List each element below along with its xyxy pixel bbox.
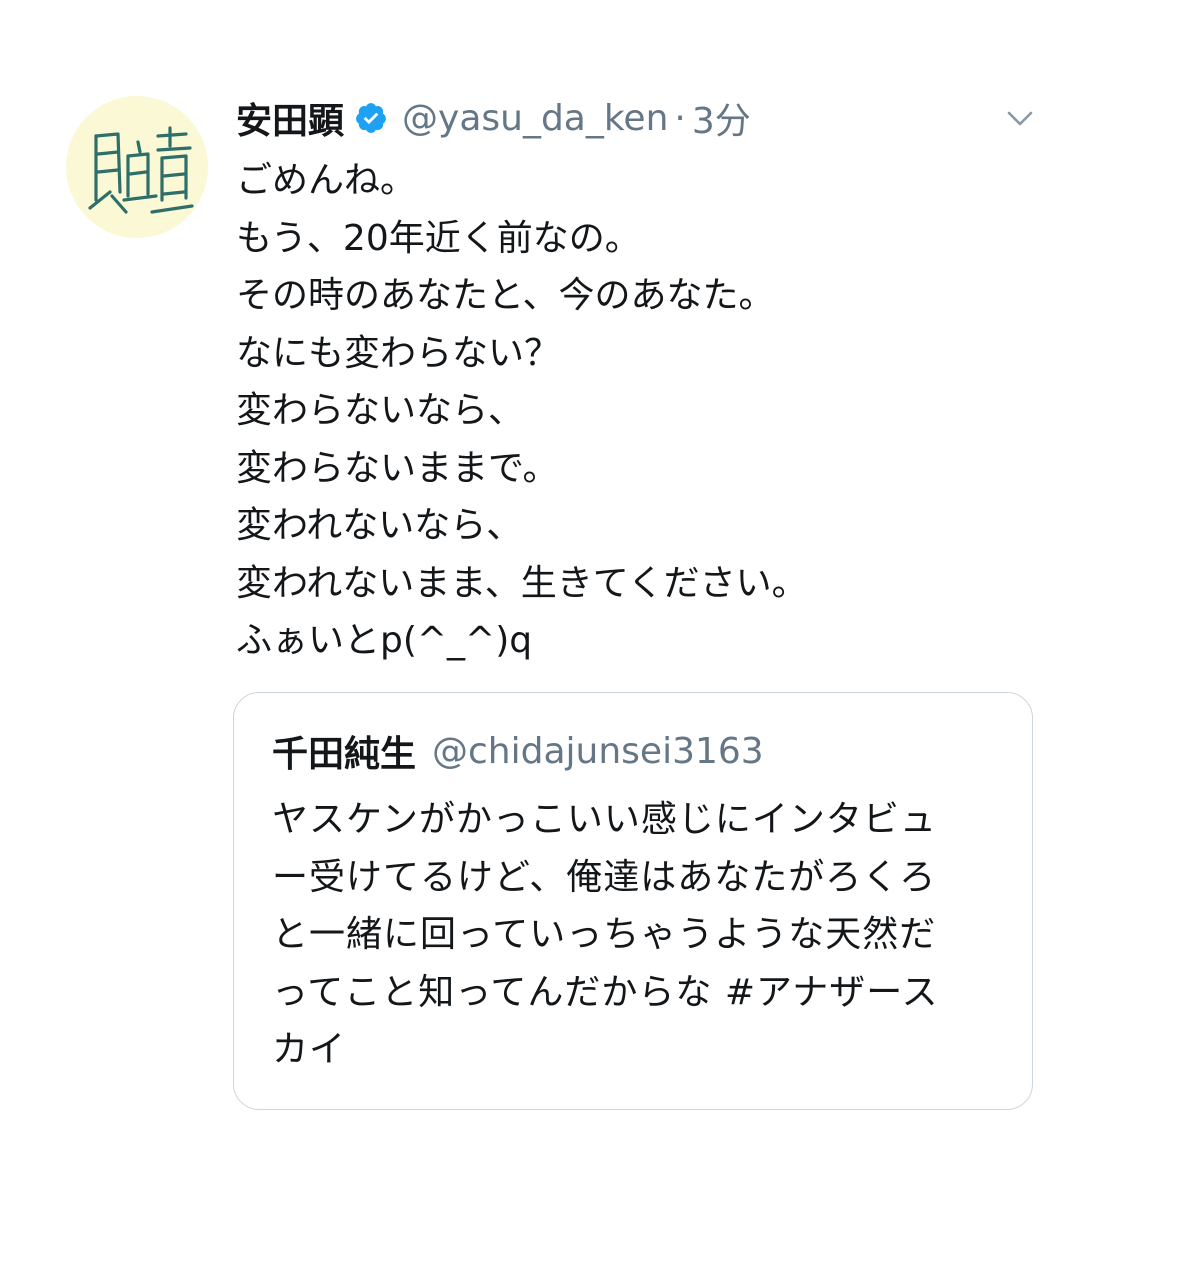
tweet-text-line: その時のあなたと、今のあなた。 xyxy=(236,275,775,316)
avatar[interactable] xyxy=(66,96,208,238)
verified-badge-icon xyxy=(354,101,388,135)
tweet-text-line: 変わらないままで。 xyxy=(236,447,559,489)
chevron-down-icon[interactable] xyxy=(1002,100,1038,136)
tweet-text-line: なにも変わらない？ xyxy=(236,332,561,374)
author-handle[interactable]: @yasu_da_ken xyxy=(402,98,668,139)
quoted-text-line: と一緒に回っていっちゃうような天然だ xyxy=(272,914,937,955)
quoted-text-line: カイ xyxy=(272,1029,347,1070)
tweet-text-line: もう、20年近く前なの。 xyxy=(236,217,641,259)
calligraphy-avatar-icon xyxy=(88,126,194,214)
quoted-tweet-header: 千田純生 @chidajunsei3163 xyxy=(272,725,764,777)
tweet-text-line: 変われないまま、生きてください。 xyxy=(236,562,808,604)
author-display-name[interactable]: 安田顕 xyxy=(236,92,344,144)
tweet-text-line: ふぁいとp(^_^)q xyxy=(236,620,533,661)
tweet-text: ごめんね。 もう、20年近く前なの。 その時のあなたと、今のあなた。 なにも変わ… xyxy=(236,152,808,670)
quoted-tweet-card[interactable]: 千田純生 @chidajunsei3163 ヤスケンがかっこいい感じにインタビュ… xyxy=(233,692,1033,1110)
tweet-text-line: 変わらないなら、 xyxy=(236,390,525,431)
tweet-timestamp[interactable]: 3分 xyxy=(692,92,751,144)
quoted-author-display-name: 千田純生 xyxy=(272,734,417,775)
quoted-text-line: ー受けてるけど、俺達はあなたがろくろ xyxy=(272,856,937,898)
tweet-text-line: 変われないなら、 xyxy=(236,505,523,546)
quoted-text-line: ヤスケンがかっこいい感じにインタビュ xyxy=(272,799,937,840)
quoted-tweet-text: ヤスケンがかっこいい感じにインタビュ ー受けてるけど、俺達はあなたがろくろ と一… xyxy=(272,791,939,1079)
header-separator: · xyxy=(674,97,686,139)
tweet-header: 安田顕 @yasu_da_ken · 3分 xyxy=(236,92,751,144)
quoted-author-handle: @chidajunsei3163 xyxy=(432,730,764,772)
tweet[interactable]: 安田顕 @yasu_da_ken · 3分 ごめんね。 もう、20年近く前なの。… xyxy=(0,0,1179,1262)
quoted-text-line: ってこと知ってんだからな #アナザース xyxy=(272,971,939,1013)
tweet-text-line: ごめんね。 xyxy=(236,160,417,201)
